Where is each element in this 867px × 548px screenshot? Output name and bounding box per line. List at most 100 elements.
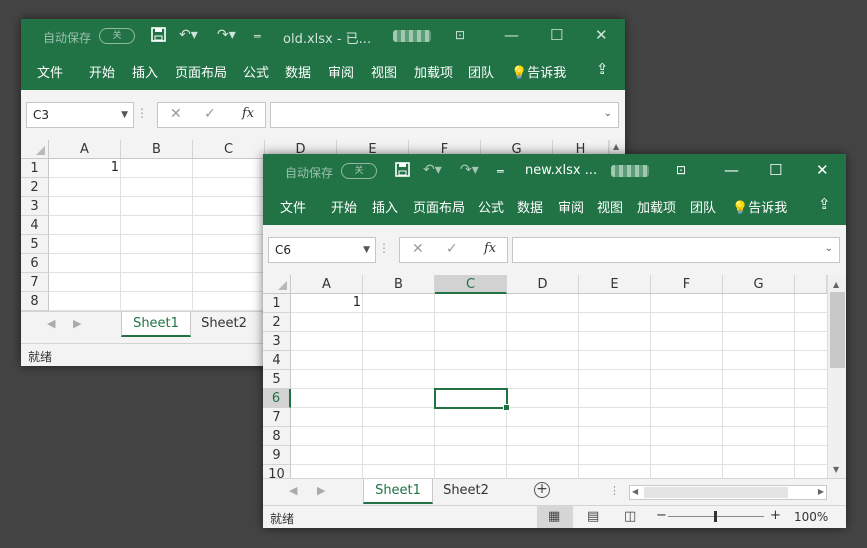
sheet-tab-sheet1[interactable]: Sheet1 (121, 312, 191, 337)
minimize-icon[interactable]: — (724, 161, 739, 179)
sheet-tab-sheet2[interactable]: Sheet2 (435, 479, 497, 504)
row-header-7[interactable]: 7 (21, 273, 49, 292)
vertical-scrollbar[interactable]: ▲ ▼ (827, 275, 846, 478)
page-break-view-icon[interactable]: ◫ (624, 509, 636, 524)
active-cell-c6[interactable] (434, 388, 510, 411)
chevron-down-icon[interactable]: ⌄ (825, 243, 833, 254)
tab-data[interactable]: 数据 (517, 197, 543, 216)
row-header-6[interactable]: 6 (21, 254, 49, 273)
enter-icon[interactable]: ✓ (204, 106, 216, 122)
cancel-icon[interactable]: ✕ (170, 106, 182, 122)
tab-review[interactable]: 审阅 (558, 197, 584, 216)
row-header-10[interactable]: 10 (263, 465, 291, 478)
formula-input[interactable]: ⌄ (270, 102, 619, 128)
insert-function-icon[interactable]: fx (484, 241, 496, 256)
insert-function-icon[interactable]: fx (242, 106, 254, 121)
tab-home[interactable]: 开始 (331, 197, 357, 216)
maximize-icon[interactable]: ☐ (769, 161, 782, 179)
row-header-2[interactable]: 2 (263, 313, 291, 332)
maximize-icon[interactable]: ☐ (550, 26, 563, 44)
customize-qat-icon[interactable]: ═ (497, 165, 504, 178)
row-header-1[interactable]: 1 (21, 159, 49, 178)
col-header-a[interactable]: A (49, 140, 121, 159)
tab-view[interactable]: 视图 (597, 197, 623, 216)
sheet-next-icon[interactable]: ▶ (317, 484, 325, 497)
scroll-right-icon[interactable]: ▶ (818, 487, 824, 496)
sheet-next-icon[interactable]: ▶ (73, 317, 81, 330)
tab-insert[interactable]: 插入 (372, 197, 398, 216)
col-header-c[interactable]: C (435, 275, 507, 294)
row-header-8[interactable]: 8 (21, 292, 49, 311)
scroll-up-icon[interactable]: ▲ (833, 280, 839, 289)
tab-team[interactable]: 团队 (690, 197, 716, 216)
chevron-down-icon[interactable]: ⌄ (604, 108, 612, 119)
cell-area[interactable] (291, 294, 827, 478)
row-header-1[interactable]: 1 (263, 294, 291, 313)
col-header-c[interactable]: C (193, 140, 265, 159)
tab-page-layout[interactable]: 页面布局 (175, 62, 227, 81)
tab-team[interactable]: 团队 (468, 62, 494, 81)
row-header-2[interactable]: 2 (21, 178, 49, 197)
autosave-toggle[interactable]: 关 (341, 163, 377, 179)
share-icon[interactable]: ⇪ (818, 195, 831, 213)
scroll-down-icon[interactable]: ▼ (833, 465, 839, 474)
save-icon[interactable] (151, 27, 166, 46)
row-header-4[interactable]: 4 (21, 216, 49, 235)
share-icon[interactable]: ⇪ (596, 60, 609, 78)
zoom-out-icon[interactable]: − (656, 508, 667, 523)
scroll-thumb[interactable] (830, 292, 845, 368)
undo-icon[interactable]: ↶▾ (179, 27, 198, 43)
customize-qat-icon[interactable]: ═ (254, 30, 261, 43)
col-header-g[interactable]: G (723, 275, 795, 294)
row-header-6[interactable]: 6 (263, 389, 291, 408)
col-header-h[interactable] (795, 275, 827, 294)
name-box[interactable]: C6 ▼ (268, 237, 376, 263)
add-sheet-icon[interactable]: + (534, 482, 550, 498)
ribbon-display-icon[interactable]: ⊡ (676, 163, 686, 177)
col-header-b[interactable]: B (363, 275, 435, 294)
redo-icon[interactable]: ↷▾ (217, 27, 236, 43)
cancel-icon[interactable]: ✕ (412, 241, 424, 257)
row-header-8[interactable]: 8 (263, 427, 291, 446)
row-header-5[interactable]: 5 (263, 370, 291, 389)
row-header-3[interactable]: 3 (21, 197, 49, 216)
save-icon[interactable] (395, 162, 410, 181)
row-header-9[interactable]: 9 (263, 446, 291, 465)
chevron-down-icon[interactable]: ▼ (121, 103, 128, 127)
row-header-7[interactable]: 7 (263, 408, 291, 427)
zoom-level[interactable]: 100% (794, 510, 828, 524)
tell-me[interactable]: 💡告诉我 (511, 62, 566, 81)
horizontal-scrollbar[interactable]: ◀ ▶ (629, 485, 827, 500)
sheet-prev-icon[interactable]: ◀ (289, 484, 297, 497)
zoom-slider-thumb[interactable] (714, 511, 717, 522)
select-all-corner[interactable] (263, 275, 291, 294)
close-icon[interactable]: ✕ (595, 26, 608, 44)
h-scroll-thumb[interactable] (644, 487, 788, 498)
tab-addins[interactable]: 加载项 (637, 197, 676, 216)
tab-review[interactable]: 审阅 (328, 62, 354, 81)
enter-icon[interactable]: ✓ (446, 241, 458, 257)
tab-formulas[interactable]: 公式 (478, 197, 504, 216)
sheet-prev-icon[interactable]: ◀ (47, 317, 55, 330)
tab-file[interactable]: 文件 (280, 197, 306, 216)
zoom-in-icon[interactable]: + (770, 508, 781, 523)
col-header-f[interactable]: F (651, 275, 723, 294)
tab-file[interactable]: 文件 (37, 62, 63, 81)
col-header-b[interactable]: B (121, 140, 193, 159)
tab-page-layout[interactable]: 页面布局 (413, 197, 465, 216)
select-all-corner[interactable] (21, 140, 49, 159)
autosave-toggle[interactable]: 关 (99, 28, 135, 44)
ribbon-display-icon[interactable]: ⊡ (455, 28, 465, 42)
scroll-left-icon[interactable]: ◀ (632, 487, 638, 496)
formula-input[interactable]: ⌄ (512, 237, 840, 263)
sheet-tab-sheet2[interactable]: Sheet2 (193, 312, 255, 337)
col-header-a[interactable]: A (291, 275, 363, 294)
redo-icon[interactable]: ↷▾ (460, 162, 479, 178)
tab-view[interactable]: 视图 (371, 62, 397, 81)
row-header-4[interactable]: 4 (263, 351, 291, 370)
minimize-icon[interactable]: — (504, 26, 519, 44)
tab-insert[interactable]: 插入 (132, 62, 158, 81)
col-header-e[interactable]: E (579, 275, 651, 294)
name-box[interactable]: C3 ▼ (26, 102, 134, 128)
chevron-down-icon[interactable]: ▼ (363, 238, 370, 262)
